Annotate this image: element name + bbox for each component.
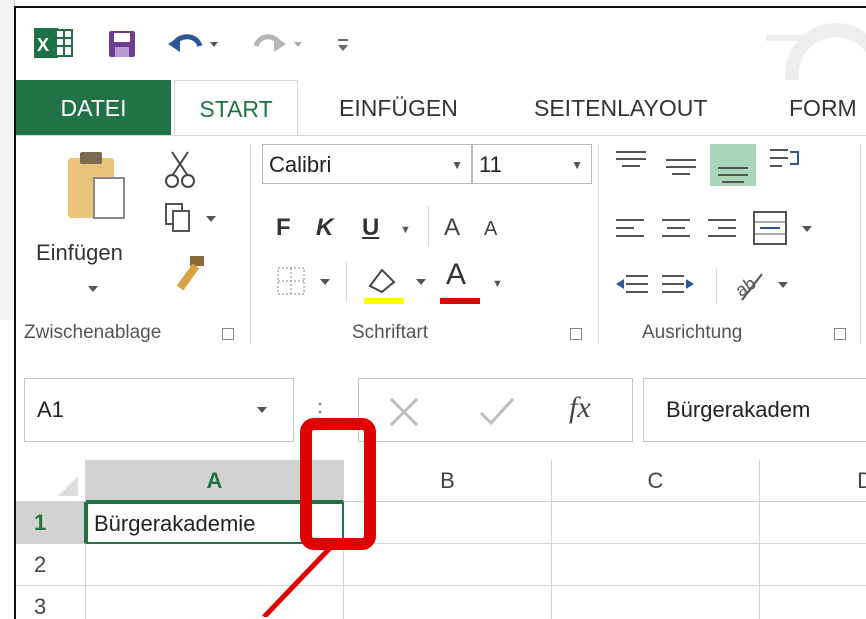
tab-file[interactable]: DATEI (16, 80, 171, 136)
insert-function-button[interactable]: fx (569, 391, 591, 425)
decorative-background-icon (766, 23, 866, 80)
paste-dropdown-icon[interactable] (86, 284, 100, 294)
cell-b3[interactable] (344, 586, 552, 619)
quick-access-toolbar: X (16, 8, 866, 80)
undo-icon[interactable] (168, 28, 224, 60)
bold-button[interactable]: F (276, 214, 291, 242)
merge-center-icon[interactable] (752, 210, 818, 250)
select-all-icon (58, 476, 78, 496)
font-launcher-icon[interactable] (570, 328, 582, 340)
row-header-2[interactable]: 2 (16, 544, 86, 586)
align-left-icon[interactable] (614, 216, 648, 244)
cell-a2[interactable] (86, 544, 344, 586)
underline-dropdown-icon[interactable]: ▼ (400, 224, 411, 236)
cell-b2[interactable] (344, 544, 552, 586)
cell-b1[interactable] (344, 502, 552, 544)
cell-c3[interactable] (552, 586, 760, 619)
group-divider (250, 144, 251, 344)
cell-c1[interactable] (552, 502, 760, 544)
tab-page-layout[interactable]: SEITENLAYOUT (534, 80, 707, 136)
paste-button[interactable]: Einfügen (36, 240, 123, 266)
wrap-text-icon[interactable] (768, 146, 804, 182)
column-header-b[interactable]: B (344, 460, 552, 502)
row-header-1[interactable]: 1 (16, 502, 86, 544)
font-name-dropdown-icon[interactable]: ▼ (451, 145, 463, 185)
formula-input[interactable]: Bürgerakadem (643, 378, 866, 442)
font-name-value: Calibri (269, 152, 332, 177)
background-window (0, 0, 15, 320)
font-color-swatch (440, 298, 480, 304)
grow-font-button[interactable]: A (444, 214, 460, 242)
worksheet-grid: A B C D 1 2 3 Bürgerakademie (16, 460, 866, 619)
column-header-a[interactable]: A (86, 460, 344, 502)
tab-insert[interactable]: EINFÜGEN (339, 80, 458, 136)
orientation-icon[interactable]: ab (732, 264, 796, 304)
formula-bar: A1 fx Bürgerakadem (16, 360, 866, 460)
select-all-corner[interactable] (16, 460, 86, 502)
align-center-icon[interactable] (660, 216, 694, 244)
cell-a3[interactable] (86, 586, 344, 619)
font-size-combo[interactable]: 11 ▼ (472, 144, 592, 184)
align-top-icon[interactable] (614, 148, 650, 180)
ribbon-tabs: DATEI START EINFÜGEN SEITENLAYOUT FORM (16, 80, 866, 137)
redo-icon[interactable] (254, 28, 310, 60)
ribbon-start: Einfügen Zwischenablage Calibri ▼ 11 ▼ F… (16, 135, 866, 362)
splitter-handle-icon[interactable] (316, 400, 324, 428)
cell-d2[interactable] (760, 544, 866, 586)
fill-color-icon[interactable] (360, 260, 432, 306)
font-group-label: Schriftart (352, 322, 429, 343)
save-icon[interactable] (108, 30, 138, 60)
name-box[interactable]: A1 (24, 378, 294, 442)
cell-c2[interactable] (552, 544, 760, 586)
font-name-combo[interactable]: Calibri ▼ (262, 144, 472, 184)
copy-icon[interactable] (164, 202, 224, 238)
align-middle-icon[interactable] (664, 148, 700, 180)
align-right-icon[interactable] (706, 216, 740, 244)
tab-formulas[interactable]: FORM (789, 80, 857, 136)
tab-start[interactable]: START (174, 80, 298, 137)
alignment-group-label: Ausrichtung (642, 322, 743, 343)
clipboard-group-label: Zwischenablage (24, 322, 162, 343)
underline-button[interactable]: U (362, 214, 379, 242)
shrink-font-button[interactable]: A (484, 218, 497, 241)
paste-icon[interactable] (62, 150, 132, 230)
customize-qat-icon[interactable] (334, 34, 354, 56)
cell-d1[interactable] (760, 502, 866, 544)
cancel-icon[interactable] (387, 395, 421, 429)
align-divider (716, 268, 717, 304)
svg-text:X: X (37, 35, 49, 55)
align-bottom-icon[interactable] (710, 144, 756, 186)
group-divider (598, 144, 599, 344)
font-divider (346, 262, 347, 302)
column-header-d[interactable]: D (760, 460, 866, 502)
cut-icon[interactable] (164, 150, 198, 190)
alignment-launcher-icon[interactable] (834, 328, 846, 340)
excel-logo-icon[interactable]: X (34, 26, 74, 62)
format-painter-icon[interactable] (172, 254, 212, 294)
font-color-dropdown-icon[interactable]: ▼ (492, 278, 503, 290)
italic-button[interactable]: K (316, 214, 333, 242)
borders-icon[interactable] (276, 264, 336, 300)
cell-a1[interactable]: Bürgerakademie (86, 502, 344, 544)
enter-icon[interactable] (477, 395, 517, 429)
cell-d3[interactable] (760, 586, 866, 619)
font-divider (428, 206, 429, 246)
indent-icons[interactable] (614, 270, 704, 300)
excel-window: X DATEI START EINFÜGEN SEITENLAYOUT FORM… (14, 6, 866, 619)
formula-buttons: fx (358, 378, 633, 442)
clipboard-launcher-icon[interactable] (222, 328, 234, 340)
font-color-button[interactable]: A (446, 258, 466, 292)
font-size-value: 11 (479, 152, 502, 177)
fill-handle[interactable] (339, 540, 348, 549)
group-divider (860, 144, 861, 344)
row-header-3[interactable]: 3 (16, 586, 86, 619)
font-size-dropdown-icon[interactable]: ▼ (571, 145, 583, 185)
name-box-dropdown-icon[interactable] (255, 405, 269, 415)
column-header-c[interactable]: C (552, 460, 760, 502)
name-box-value: A1 (37, 397, 64, 422)
